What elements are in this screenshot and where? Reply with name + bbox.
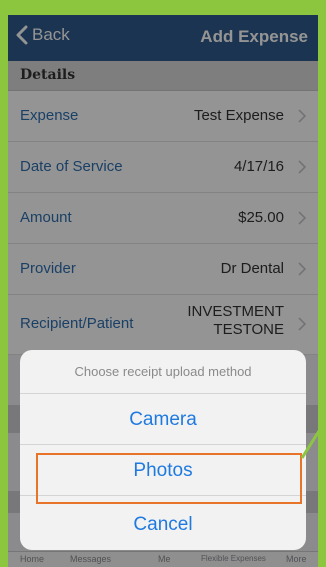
action-sheet-title: Choose receipt upload method [20,350,306,394]
camera-button[interactable]: Camera [20,395,306,445]
app-screen: Back Add Expense Details Expense Test Ex… [8,15,318,567]
photos-button[interactable]: Photos [20,446,306,496]
cancel-button[interactable]: Cancel [20,500,306,550]
callout-pointer-icon [300,420,326,459]
action-sheet: Choose receipt upload method Camera Phot… [20,350,306,550]
